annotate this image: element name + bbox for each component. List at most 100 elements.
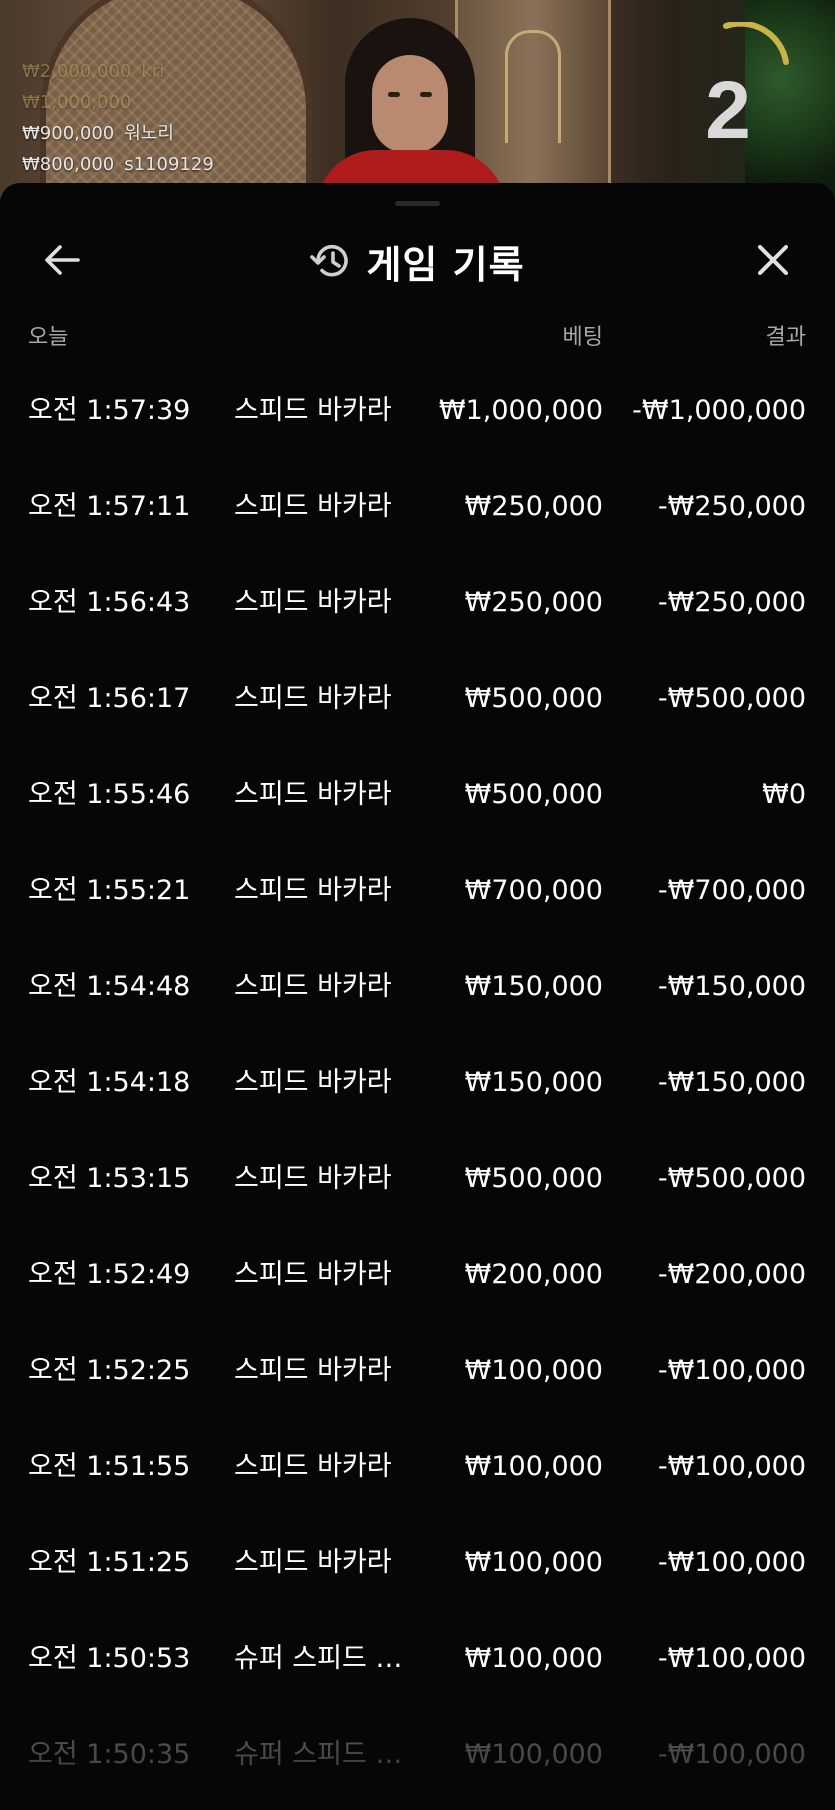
history-row[interactable]: 오전 1:51:55 스피드 바카라 ₩100,000 -₩100,000: [0, 1419, 835, 1515]
row-game: 스피드 바카라: [234, 587, 392, 618]
row-bet: ₩200,000: [464, 1259, 603, 1290]
column-header-bet: 베팅: [562, 325, 603, 350]
row-time: 오전 1:56:43: [28, 587, 191, 618]
row-game: 스피드 바카라: [234, 1259, 392, 1290]
row-bet: ₩150,000: [464, 1067, 603, 1098]
row-result: -₩250,000: [657, 587, 806, 618]
row-game: 스피드 바카라: [234, 1547, 392, 1578]
row-result: -₩100,000: [657, 1739, 806, 1770]
row-time: 오전 1:51:55: [28, 1451, 191, 1482]
row-time: 오전 1:54:48: [28, 971, 191, 1002]
row-game: 스피드 바카라: [234, 395, 392, 426]
row-result: -₩200,000: [657, 1259, 806, 1290]
row-time: 오전 1:52:25: [28, 1355, 191, 1386]
row-result: ₩0: [762, 779, 806, 810]
dealer-face: [372, 55, 448, 153]
row-time: 오전 1:55:46: [28, 779, 191, 810]
recent-bets-list: ₩2,000,000 kri ₩1,000,000 ₩900,000 워노리 ₩80…: [22, 56, 214, 180]
live-video-feed: ₩2,000,000 kri ₩1,000,000 ₩900,000 워노리 ₩80…: [0, 0, 835, 200]
history-row[interactable]: 오전 1:53:15 스피드 바카라 ₩500,000 -₩500,000: [0, 1131, 835, 1227]
row-time: 오전 1:57:11: [28, 491, 191, 522]
history-row[interactable]: 오전 1:52:25 스피드 바카라 ₩100,000 -₩100,000: [0, 1323, 835, 1419]
bet-amount: ₩900,000: [22, 123, 115, 144]
row-game: 스피드 바카라: [234, 779, 392, 810]
recent-bet-line: ₩900,000 워노리: [22, 118, 214, 149]
history-row[interactable]: 오전 1:50:53 슈퍼 스피드 바카라 ₩100,000 -₩100,000: [0, 1611, 835, 1707]
history-row[interactable]: 오전 1:50:35 슈퍼 스피드 바카라 ₩100,000 -₩100,000: [0, 1707, 835, 1803]
row-bet: ₩700,000: [464, 875, 603, 906]
row-bet: ₩150,000: [464, 971, 603, 1002]
row-time: 오전 1:56:17: [28, 683, 191, 714]
row-bet: ₩500,000: [464, 779, 603, 810]
sheet-title-group: 게임 기록: [0, 221, 835, 301]
history-row[interactable]: 오전 1:56:43 스피드 바카라 ₩250,000 -₩250,000: [0, 555, 835, 651]
row-time: 오전 1:50:53: [28, 1643, 191, 1674]
row-bet: ₩100,000: [464, 1643, 603, 1674]
row-result: -₩1,000,000: [632, 395, 806, 426]
history-row[interactable]: 오전 1:54:18 스피드 바카라 ₩150,000 -₩150,000: [0, 1035, 835, 1131]
row-result: -₩100,000: [657, 1547, 806, 1578]
row-game: 스피드 바카라: [234, 875, 392, 906]
row-game: 스피드 바카라: [234, 1355, 392, 1386]
history-row[interactable]: 오전 1:55:46 스피드 바카라 ₩500,000 ₩0: [0, 747, 835, 843]
recent-bet-line: ₩2,000,000 kri: [22, 56, 214, 87]
history-row[interactable]: 오전 1:57:39 스피드 바카라 ₩1,000,000 -₩1,000,00…: [0, 363, 835, 459]
recent-bet-line: ₩800,000 s1109129: [22, 149, 214, 180]
row-result: -₩150,000: [657, 1067, 806, 1098]
row-game: 스피드 바카라: [234, 491, 392, 522]
sheet-title: 게임 기록: [366, 242, 525, 287]
row-result: -₩250,000: [657, 491, 806, 522]
close-x-icon[interactable]: [748, 235, 798, 285]
row-game: 스피드 바카라: [234, 1451, 392, 1482]
row-result: -₩700,000: [657, 875, 806, 906]
background-ornament: [505, 30, 561, 143]
game-history-sheet: 게임 기록 오늘 베팅 결과 오전 1:57:39 스피드 바카라 ₩1,000…: [0, 183, 835, 1810]
row-bet: ₩250,000: [464, 491, 603, 522]
bet-player: kri: [141, 61, 165, 82]
row-bet: ₩500,000: [464, 1163, 603, 1194]
bet-amount: ₩1,000,000: [22, 92, 132, 113]
sheet-drag-handle[interactable]: [395, 201, 440, 206]
countdown-number: 2: [705, 65, 751, 156]
row-result: -₩500,000: [657, 1163, 806, 1194]
history-row[interactable]: 오전 1:52:49 스피드 바카라 ₩200,000 -₩200,000: [0, 1227, 835, 1323]
back-arrow-icon[interactable]: [38, 235, 88, 285]
history-row[interactable]: 오전 1:57:11 스피드 바카라 ₩250,000 -₩250,000: [0, 459, 835, 555]
row-game: 스피드 바카라: [234, 1163, 392, 1194]
row-bet: ₩1,000,000: [438, 395, 603, 426]
row-result: -₩100,000: [657, 1355, 806, 1386]
history-table: 오전 1:57:39 스피드 바카라 ₩1,000,000 -₩1,000,00…: [0, 363, 835, 1803]
row-bet: ₩500,000: [464, 683, 603, 714]
row-game: 슈퍼 스피드 바카라: [234, 1739, 412, 1770]
history-row[interactable]: 오전 1:51:25 스피드 바카라 ₩100,000 -₩100,000: [0, 1515, 835, 1611]
history-row[interactable]: 오전 1:55:21 스피드 바카라 ₩700,000 -₩700,000: [0, 843, 835, 939]
row-result: -₩150,000: [657, 971, 806, 1002]
row-bet: ₩100,000: [464, 1451, 603, 1482]
row-bet: ₩100,000: [464, 1547, 603, 1578]
row-bet: ₩100,000: [464, 1739, 603, 1770]
bet-player: s1109129: [124, 154, 214, 175]
row-result: -₩500,000: [657, 683, 806, 714]
bet-amount: ₩800,000: [22, 154, 115, 175]
table-column-headers: 오늘 베팅 결과: [0, 313, 835, 353]
app-screen: ₩2,000,000 kri ₩1,000,000 ₩900,000 워노리 ₩80…: [0, 0, 835, 1810]
recent-bet-line: ₩1,000,000: [22, 87, 214, 118]
row-time: 오전 1:57:39: [28, 395, 191, 426]
bet-amount: ₩2,000,000: [22, 61, 132, 82]
row-time: 오전 1:55:21: [28, 875, 191, 906]
history-clock-icon: [310, 244, 349, 277]
row-result: -₩100,000: [657, 1451, 806, 1482]
row-bet: ₩100,000: [464, 1355, 603, 1386]
column-header-result: 결과: [765, 325, 806, 350]
column-header-date: 오늘: [28, 325, 69, 350]
row-time: 오전 1:53:15: [28, 1163, 191, 1194]
row-game: 슈퍼 스피드 바카라: [234, 1643, 412, 1674]
row-bet: ₩250,000: [464, 587, 603, 618]
row-game: 스피드 바카라: [234, 971, 392, 1002]
row-time: 오전 1:50:35: [28, 1739, 191, 1770]
row-game: 스피드 바카라: [234, 1067, 392, 1098]
row-time: 오전 1:54:18: [28, 1067, 191, 1098]
history-row[interactable]: 오전 1:54:48 스피드 바카라 ₩150,000 -₩150,000: [0, 939, 835, 1035]
history-row[interactable]: 오전 1:56:17 스피드 바카라 ₩500,000 -₩500,000: [0, 651, 835, 747]
bet-player: 워노리: [124, 123, 174, 144]
